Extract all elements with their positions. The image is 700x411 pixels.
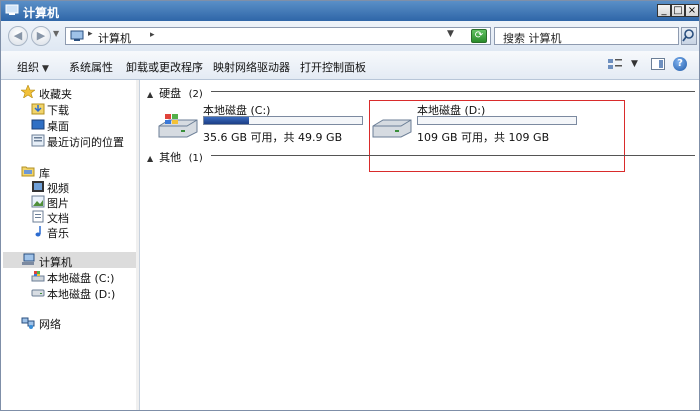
- nav-scrollbar[interactable]: [136, 80, 139, 410]
- breadcrumb-separator-icon[interactable]: ▸: [88, 29, 93, 39]
- nav-computer[interactable]: 计算机: [39, 254, 72, 270]
- search-icon: [682, 29, 694, 42]
- downloads-icon: [31, 103, 45, 115]
- maximize-button[interactable]: □: [671, 4, 685, 17]
- chevron-down-icon: ▼: [42, 64, 49, 74]
- back-button[interactable]: ◀: [8, 26, 28, 46]
- desktop-icon: [31, 119, 45, 130]
- minimize-button[interactable]: _: [657, 4, 671, 17]
- view-dropdown-icon[interactable]: ▼: [631, 59, 638, 69]
- section-other[interactable]: ▲ 其他 (1): [147, 149, 695, 165]
- nav-item-pictures[interactable]: 图片: [47, 195, 69, 211]
- map-network-drive-button[interactable]: 映射网络驱动器: [213, 59, 290, 75]
- section-other-label: 其他: [159, 151, 182, 164]
- section-hdd-label: 硬盘: [159, 87, 182, 100]
- hard-drive-icon: [31, 289, 45, 297]
- nav-network[interactable]: 网络: [39, 316, 61, 332]
- window-title: 计算机: [23, 6, 60, 20]
- recent-pages-dropdown-icon[interactable]: ▼: [53, 29, 59, 38]
- nav-item-downloads[interactable]: 下载: [47, 102, 69, 118]
- documents-icon: [32, 210, 44, 223]
- refresh-icon[interactable]: ⟳: [471, 29, 487, 43]
- open-control-panel-button[interactable]: 打开控制面板: [300, 59, 366, 75]
- nav-item-music[interactable]: 音乐: [47, 225, 69, 241]
- search-placeholder: 搜索 计算机: [503, 32, 562, 45]
- address-dropdown-icon[interactable]: ▼: [447, 29, 454, 39]
- breadcrumb-computer[interactable]: 计算机: [98, 30, 131, 46]
- explorer-window: 计算机 _ □ × ◀ ▶ ▼ ▸ 计算机 ▸ ▼ ⟳ 搜索 计算机 组织 ▼ …: [0, 0, 700, 411]
- address-bar[interactable]: ▸ 计算机 ▸ ▼: [65, 27, 491, 45]
- drive-c-tile[interactable]: 本地磁盘 (C:) 35.6 GB 可用，共 49.9 GB: [157, 102, 367, 144]
- change-view-icon[interactable]: [607, 58, 623, 71]
- organize-button[interactable]: 组织 ▼: [17, 59, 49, 75]
- content-pane: ▲ 硬盘 (2) 本地磁盘 (C:) 35.6 GB 可用，共 49.9 GB: [141, 80, 699, 410]
- nav-item-documents[interactable]: 文档: [47, 210, 69, 226]
- music-icon: [35, 226, 41, 237]
- recent-places-icon: [31, 134, 45, 147]
- videos-icon: [32, 181, 44, 192]
- nav-item-drive-c[interactable]: 本地磁盘 (C:): [47, 270, 114, 286]
- command-bar: 组织 ▼ 系统属性 卸载或更改程序 映射网络驱动器 打开控制面板 ▼ ?: [1, 51, 699, 80]
- computer-icon: [5, 4, 19, 15]
- system-properties-button[interactable]: 系统属性: [69, 59, 113, 75]
- organize-label: 组织: [17, 61, 39, 74]
- address-row: ◀ ▶ ▼ ▸ 计算机 ▸ ▼ ⟳ 搜索 计算机: [1, 21, 699, 52]
- library-folder-icon: [21, 166, 35, 177]
- breadcrumb-chevron-icon[interactable]: ▸: [150, 30, 155, 40]
- section-divider: [211, 91, 695, 92]
- nav-item-desktop[interactable]: 桌面: [47, 118, 69, 134]
- section-hdd-count: (2): [188, 89, 203, 100]
- navigation-pane: 收藏夹 下载 桌面 最近访问的位置 库 视频 图片 文档 音乐 计算机 本地磁盘…: [1, 80, 140, 410]
- computer-icon: [22, 253, 35, 265]
- close-button[interactable]: ×: [685, 4, 699, 17]
- section-hard-drives[interactable]: ▲ 硬盘 (2): [147, 85, 695, 101]
- search-button[interactable]: [681, 27, 697, 45]
- system-drive-icon: [158, 114, 198, 138]
- nav-item-videos[interactable]: 视频: [47, 180, 69, 196]
- help-icon[interactable]: ?: [673, 57, 687, 71]
- nav-item-recent-places[interactable]: 最近访问的位置: [47, 134, 124, 150]
- drive-c-info: 35.6 GB 可用，共 49.9 GB: [203, 131, 343, 144]
- section-divider: [211, 155, 695, 156]
- uninstall-program-button[interactable]: 卸载或更改程序: [126, 59, 203, 75]
- pictures-icon: [31, 195, 45, 208]
- search-input[interactable]: 搜索 计算机: [494, 27, 679, 45]
- system-drive-icon: [31, 271, 45, 282]
- favorites-star-icon: [21, 85, 35, 98]
- nav-libraries[interactable]: 库: [39, 165, 50, 181]
- computer-icon: [70, 30, 84, 41]
- nav-favorites[interactable]: 收藏夹: [39, 86, 72, 102]
- collapse-triangle-icon[interactable]: ▲: [147, 154, 153, 163]
- title-bar[interactable]: 计算机 _ □ ×: [1, 1, 699, 21]
- network-icon: [21, 317, 35, 329]
- collapse-triangle-icon[interactable]: ▲: [147, 90, 153, 99]
- nav-item-drive-d[interactable]: 本地磁盘 (D:): [47, 286, 115, 302]
- drive-c-usage-bar: [203, 116, 363, 125]
- section-other-count: (1): [188, 153, 203, 164]
- drive-c-usage-fill: [204, 117, 250, 124]
- preview-pane-icon[interactable]: [651, 58, 665, 70]
- forward-button[interactable]: ▶: [31, 26, 51, 46]
